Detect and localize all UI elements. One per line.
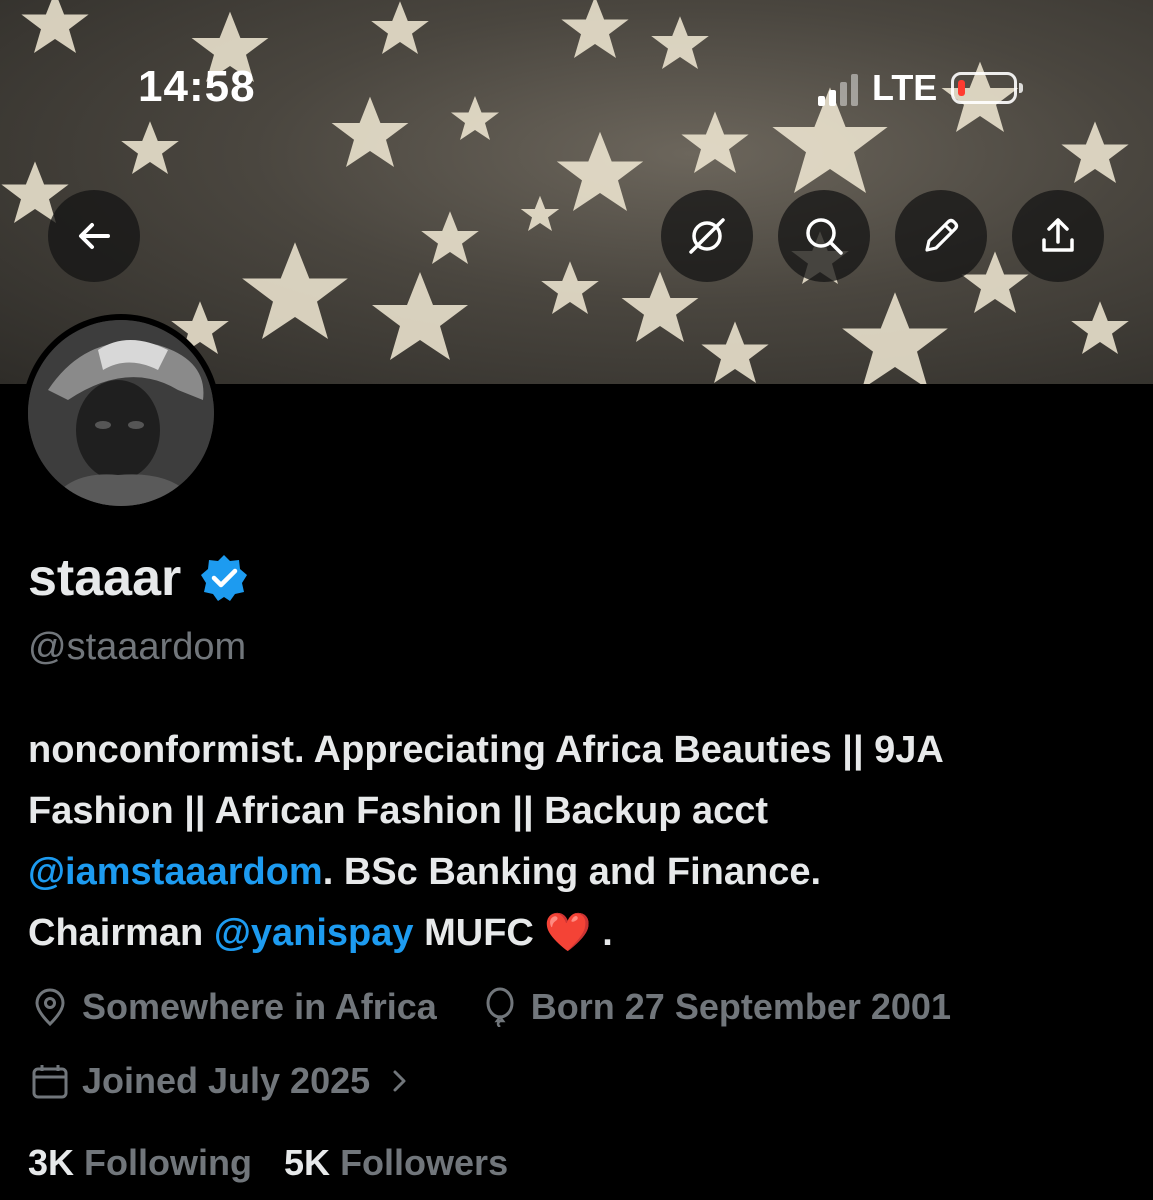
bio-line-1: nonconformist. Appreciating Africa Beaut…: [28, 729, 944, 771]
grok-icon: [689, 218, 725, 254]
bio-text: Chairman: [28, 912, 214, 954]
battery-icon: [951, 72, 1024, 104]
grok-button[interactable]: [661, 190, 753, 282]
username-handle: @staaardom: [28, 626, 247, 668]
following-link[interactable]: 3K Following: [28, 1142, 252, 1184]
verified-badge-icon[interactable]: [199, 553, 249, 603]
location-pin-icon: [35, 988, 65, 1027]
chevron-right-icon: [393, 1070, 406, 1092]
bio-text: MUFC: [413, 912, 545, 954]
signal-strength-icon: [818, 70, 858, 106]
birthday-text: Born 27 September 2001: [530, 986, 951, 1027]
joined-row[interactable]: Joined July 2025: [30, 1060, 412, 1102]
profile-name-row: staaar: [28, 548, 249, 608]
joined-text: Joined July 2025: [82, 1060, 371, 1101]
followers-label: Followers: [340, 1142, 509, 1183]
following-label: Following: [84, 1142, 253, 1183]
location-text: Somewhere in Africa: [82, 986, 437, 1027]
avatar[interactable]: [22, 314, 220, 512]
edit-pencil-icon: [925, 218, 959, 252]
edit-button[interactable]: [895, 190, 987, 282]
share-button[interactable]: [1012, 190, 1104, 282]
follow-stats: 3K Following 5K Followers: [28, 1142, 508, 1184]
bio-text: . BSc Banking and Finance.: [322, 851, 822, 893]
joined-date[interactable]: Joined July 2025: [30, 1060, 412, 1102]
display-name: staaar: [28, 549, 182, 607]
birthday: Born 27 September 2001: [481, 986, 951, 1028]
bio-line-3: @iamstaaardom. BSc Banking and Finance.: [28, 842, 1128, 903]
profile-banner[interactable]: [0, 0, 1153, 384]
location: Somewhere in Africa: [30, 986, 437, 1028]
profile-meta-row: Somewhere in Africa Born 27 September 20…: [30, 986, 951, 1028]
mention-link[interactable]: @iamstaaardom: [28, 851, 323, 893]
search-icon: [806, 218, 843, 255]
arrow-left-icon: [79, 223, 110, 249]
avatar-photo: [28, 320, 214, 506]
status-time: 14:58: [138, 62, 256, 111]
share-icon: [1042, 218, 1074, 252]
search-button[interactable]: [778, 190, 870, 282]
heart-emoji: ❤️: [544, 912, 592, 954]
banner-stars-image: [1, 0, 1129, 384]
back-button[interactable]: [48, 190, 140, 282]
balloon-icon: [486, 987, 514, 1027]
followers-count: 5K: [284, 1142, 331, 1183]
bio-text: .: [591, 912, 613, 954]
bio-line-2: Fashion || African Fashion || Backup acc…: [28, 790, 769, 832]
bio-line-4: Chairman @yanispay MUFC ❤️ .: [28, 903, 1128, 964]
network-type: LTE: [872, 67, 938, 108]
calendar-icon: [32, 1065, 68, 1099]
following-count: 3K: [28, 1142, 75, 1183]
followers-link[interactable]: 5K Followers: [284, 1142, 508, 1184]
mention-link[interactable]: @yanispay: [214, 912, 414, 954]
status-indicators: LTE: [818, 66, 1024, 110]
profile-bio: nonconformist. Appreciating Africa Beaut…: [28, 720, 1128, 964]
